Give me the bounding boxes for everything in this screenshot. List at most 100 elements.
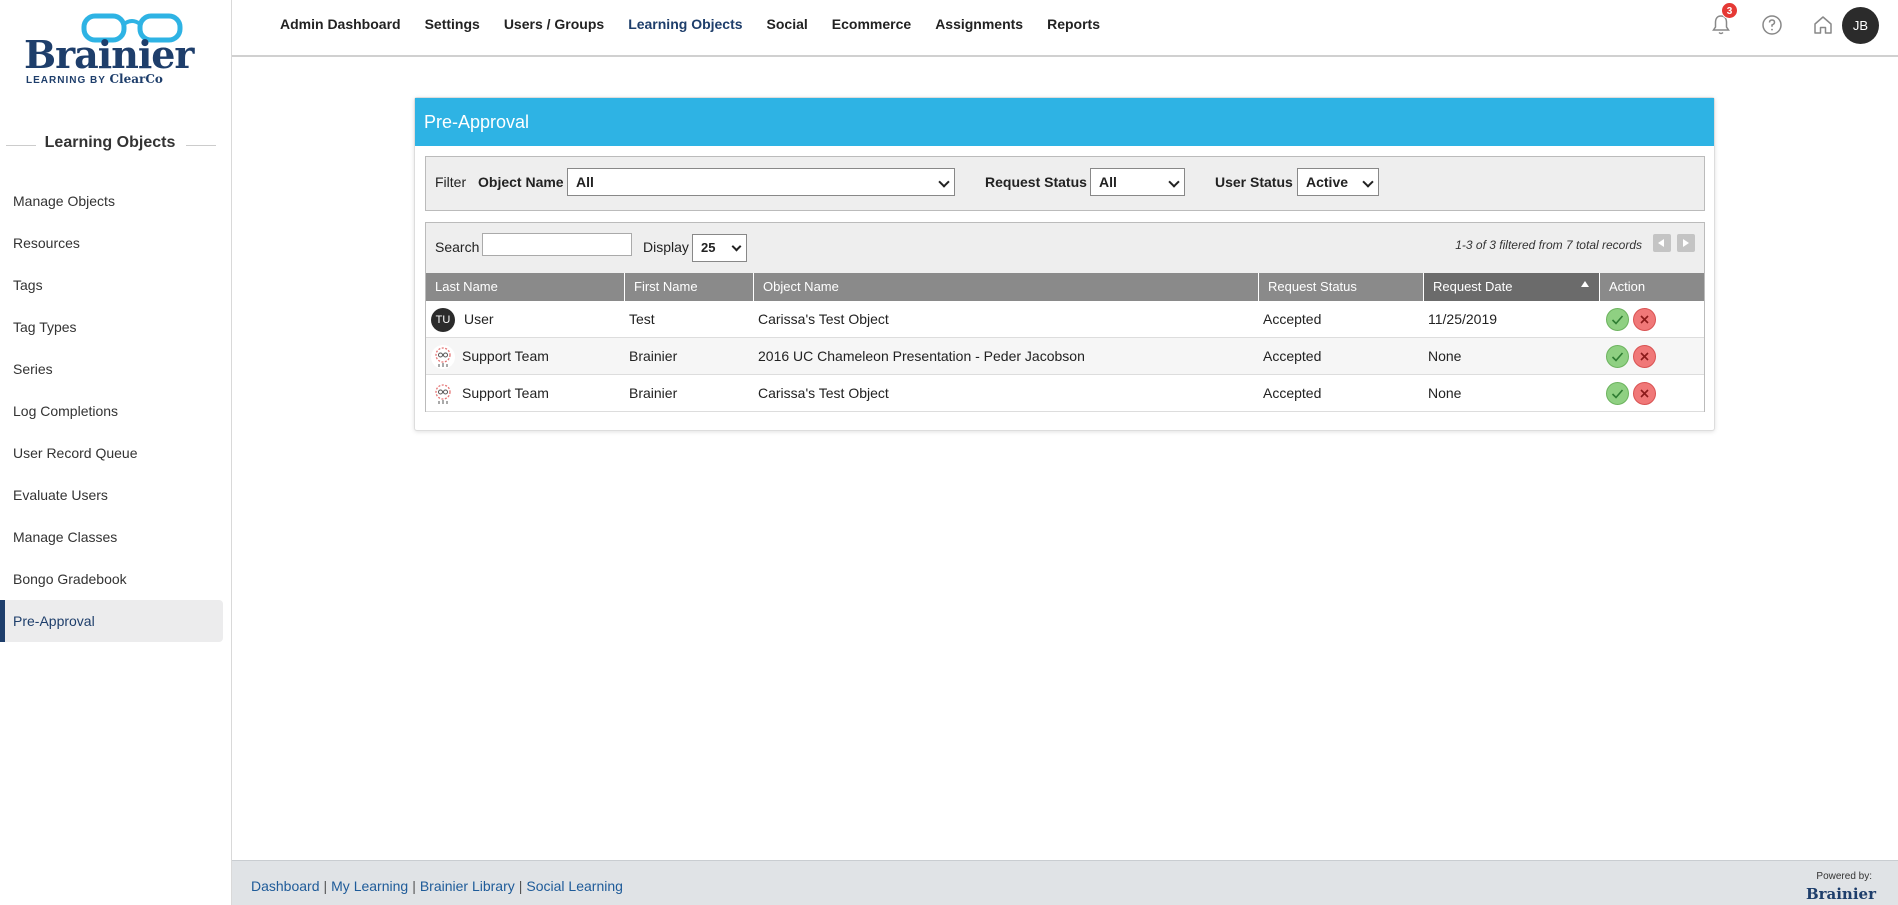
sidebar-item-log-completions[interactable]: Log Completions <box>0 390 223 432</box>
deny-button[interactable] <box>1633 382 1656 405</box>
sidebar-item-user-record-queue[interactable]: User Record Queue <box>0 432 223 474</box>
powered-by-label: Powered by: <box>1816 871 1872 882</box>
table-row: Support Team Brainier 2016 UC Chameleon … <box>426 338 1704 375</box>
home-icon-svg <box>1814 16 1832 34</box>
footer-link-social-learning[interactable]: Social Learning <box>526 878 623 894</box>
nav-reports[interactable]: Reports <box>1047 0 1100 48</box>
checkmark-icon <box>1611 389 1624 399</box>
request-status-select-value: All <box>1099 174 1117 190</box>
cell-last-name: User <box>464 311 494 327</box>
column-request-date[interactable]: Request Date <box>1424 273 1600 301</box>
logo-tagline-company: ClearCo <box>109 72 163 86</box>
brainier-logo[interactable]: Brainier LEARNING BY ClearCo <box>24 10 204 86</box>
deny-button[interactable] <box>1633 345 1656 368</box>
user-status-select[interactable]: Active <box>1297 168 1379 196</box>
search-label: Search <box>435 239 480 255</box>
display-select-value: 25 <box>701 240 716 255</box>
column-action: Action <box>1609 279 1646 294</box>
column-object-name[interactable]: Object Name <box>754 273 1259 301</box>
table-row: Support Team Brainier Carissa's Test Obj… <box>426 375 1704 412</box>
request-status-label: Request Status <box>985 174 1087 190</box>
sidebar-item-resources[interactable]: Resources <box>0 222 223 264</box>
next-page-button[interactable] <box>1677 234 1695 252</box>
nav-ecommerce[interactable]: Ecommerce <box>832 0 911 48</box>
notification-count-badge: 3 <box>1721 2 1738 19</box>
cell-first-name: Brainier <box>629 348 678 364</box>
cell-object-name: Carissa's Test Object <box>758 311 889 327</box>
approve-button[interactable] <box>1606 345 1629 368</box>
filter-label: Filter <box>435 174 467 190</box>
powered-by-logo: Brainier <box>1805 885 1876 903</box>
user-status-select-value: Active <box>1306 174 1349 190</box>
footer-links: Dashboard | My Learning | Brainier Library | S… <box>251 878 623 894</box>
cell-request-status: Accepted <box>1263 311 1322 327</box>
object-name-label: Object Name <box>478 174 564 190</box>
request-status-select[interactable]: All <box>1090 168 1185 196</box>
search-input[interactable] <box>482 233 632 256</box>
nav-social[interactable]: Social <box>767 0 808 48</box>
brainier-avatar <box>431 382 455 406</box>
checkmark-icon <box>1611 315 1624 325</box>
object-name-select[interactable]: All <box>567 168 955 196</box>
cell-last-name: Support Team <box>462 385 549 401</box>
footer-separator: | <box>412 878 416 894</box>
table-controls: Search Display 25 1-3 of 3 filtered from… <box>426 223 1704 273</box>
brainier-avatar <box>431 345 455 369</box>
deny-button[interactable] <box>1633 308 1656 331</box>
cell-object-name: 2016 UC Chameleon Presentation - Peder J… <box>758 348 1085 364</box>
nav-assignments[interactable]: Assignments <box>935 0 1023 48</box>
chevron-down-icon <box>731 241 742 252</box>
chevron-down-icon <box>938 176 950 188</box>
footer-link-dashboard[interactable]: Dashboard <box>251 878 320 894</box>
sidebar-item-manage-classes[interactable]: Manage Classes <box>0 516 223 558</box>
user-status-label: User Status <box>1215 174 1293 190</box>
cell-request-date: None <box>1428 385 1462 401</box>
help-icon-svg <box>1762 15 1782 35</box>
close-icon <box>1640 352 1649 361</box>
filter-bar: Filter Object Name All Request Status Al… <box>425 156 1705 211</box>
pre-approval-panel: Pre-Approval Filter Object Name All Requ… <box>414 97 1715 431</box>
nav-admin-dashboard[interactable]: Admin Dashboard <box>280 0 401 48</box>
sidebar-item-tags[interactable]: Tags <box>0 264 223 306</box>
close-icon <box>1640 315 1649 324</box>
help-icon[interactable] <box>1760 13 1784 37</box>
sidebar-item-evaluate-users[interactable]: Evaluate Users <box>0 474 223 516</box>
column-first-name[interactable]: First Name <box>625 273 754 301</box>
user-initials-avatar: TU <box>431 308 455 332</box>
sidebar: Brainier LEARNING BY ClearCo Learning Ob… <box>0 0 232 905</box>
logo-tagline: LEARNING BY ClearCo <box>26 72 163 86</box>
notifications-bell-icon[interactable]: 3 <box>1709 2 1738 37</box>
pre-approval-table: Search Display 25 1-3 of 3 filtered from… <box>425 222 1705 412</box>
close-icon <box>1640 389 1649 398</box>
footer-separator: | <box>518 878 523 894</box>
home-icon[interactable] <box>1811 13 1835 37</box>
cell-request-date: None <box>1428 348 1462 364</box>
display-select[interactable]: 25 <box>692 234 747 262</box>
column-request-status[interactable]: Request Status <box>1259 273 1424 301</box>
nav-settings[interactable]: Settings <box>425 0 480 48</box>
cell-request-status: Accepted <box>1263 348 1322 364</box>
records-count: 1-3 of 3 filtered from 7 total records <box>1455 238 1642 252</box>
user-avatar[interactable]: JB <box>1842 7 1879 44</box>
sidebar-item-tag-types[interactable]: Tag Types <box>0 306 223 348</box>
cell-request-date: 11/25/2019 <box>1428 311 1498 327</box>
nav-users-groups[interactable]: Users / Groups <box>504 0 604 48</box>
sidebar-item-pre-approval[interactable]: Pre-Approval <box>0 600 223 642</box>
top-bar: Admin Dashboard Settings Users / Groups … <box>232 0 1898 57</box>
previous-page-button[interactable] <box>1653 234 1671 252</box>
approve-button[interactable] <box>1606 308 1629 331</box>
sidebar-nav: Manage Objects Resources Tags Tag Types … <box>0 180 223 642</box>
column-request-date-label: Request Date <box>1433 279 1513 294</box>
sidebar-item-manage-objects[interactable]: Manage Objects <box>0 180 223 222</box>
cell-last-name: Support Team <box>462 348 549 364</box>
cell-object-name: Carissa's Test Object <box>758 385 889 401</box>
sort-ascending-icon <box>1581 281 1589 287</box>
sidebar-item-series[interactable]: Series <box>0 348 223 390</box>
nav-learning-objects[interactable]: Learning Objects <box>628 0 742 48</box>
footer-link-my-learning[interactable]: My Learning <box>331 878 408 894</box>
approve-button[interactable] <box>1606 382 1629 405</box>
sidebar-item-bongo-gradebook[interactable]: Bongo Gradebook <box>0 558 223 600</box>
column-last-name[interactable]: Last Name <box>426 273 625 301</box>
top-nav: Admin Dashboard Settings Users / Groups … <box>280 0 1124 48</box>
footer-link-brainier-library[interactable]: Brainier Library <box>420 878 515 894</box>
